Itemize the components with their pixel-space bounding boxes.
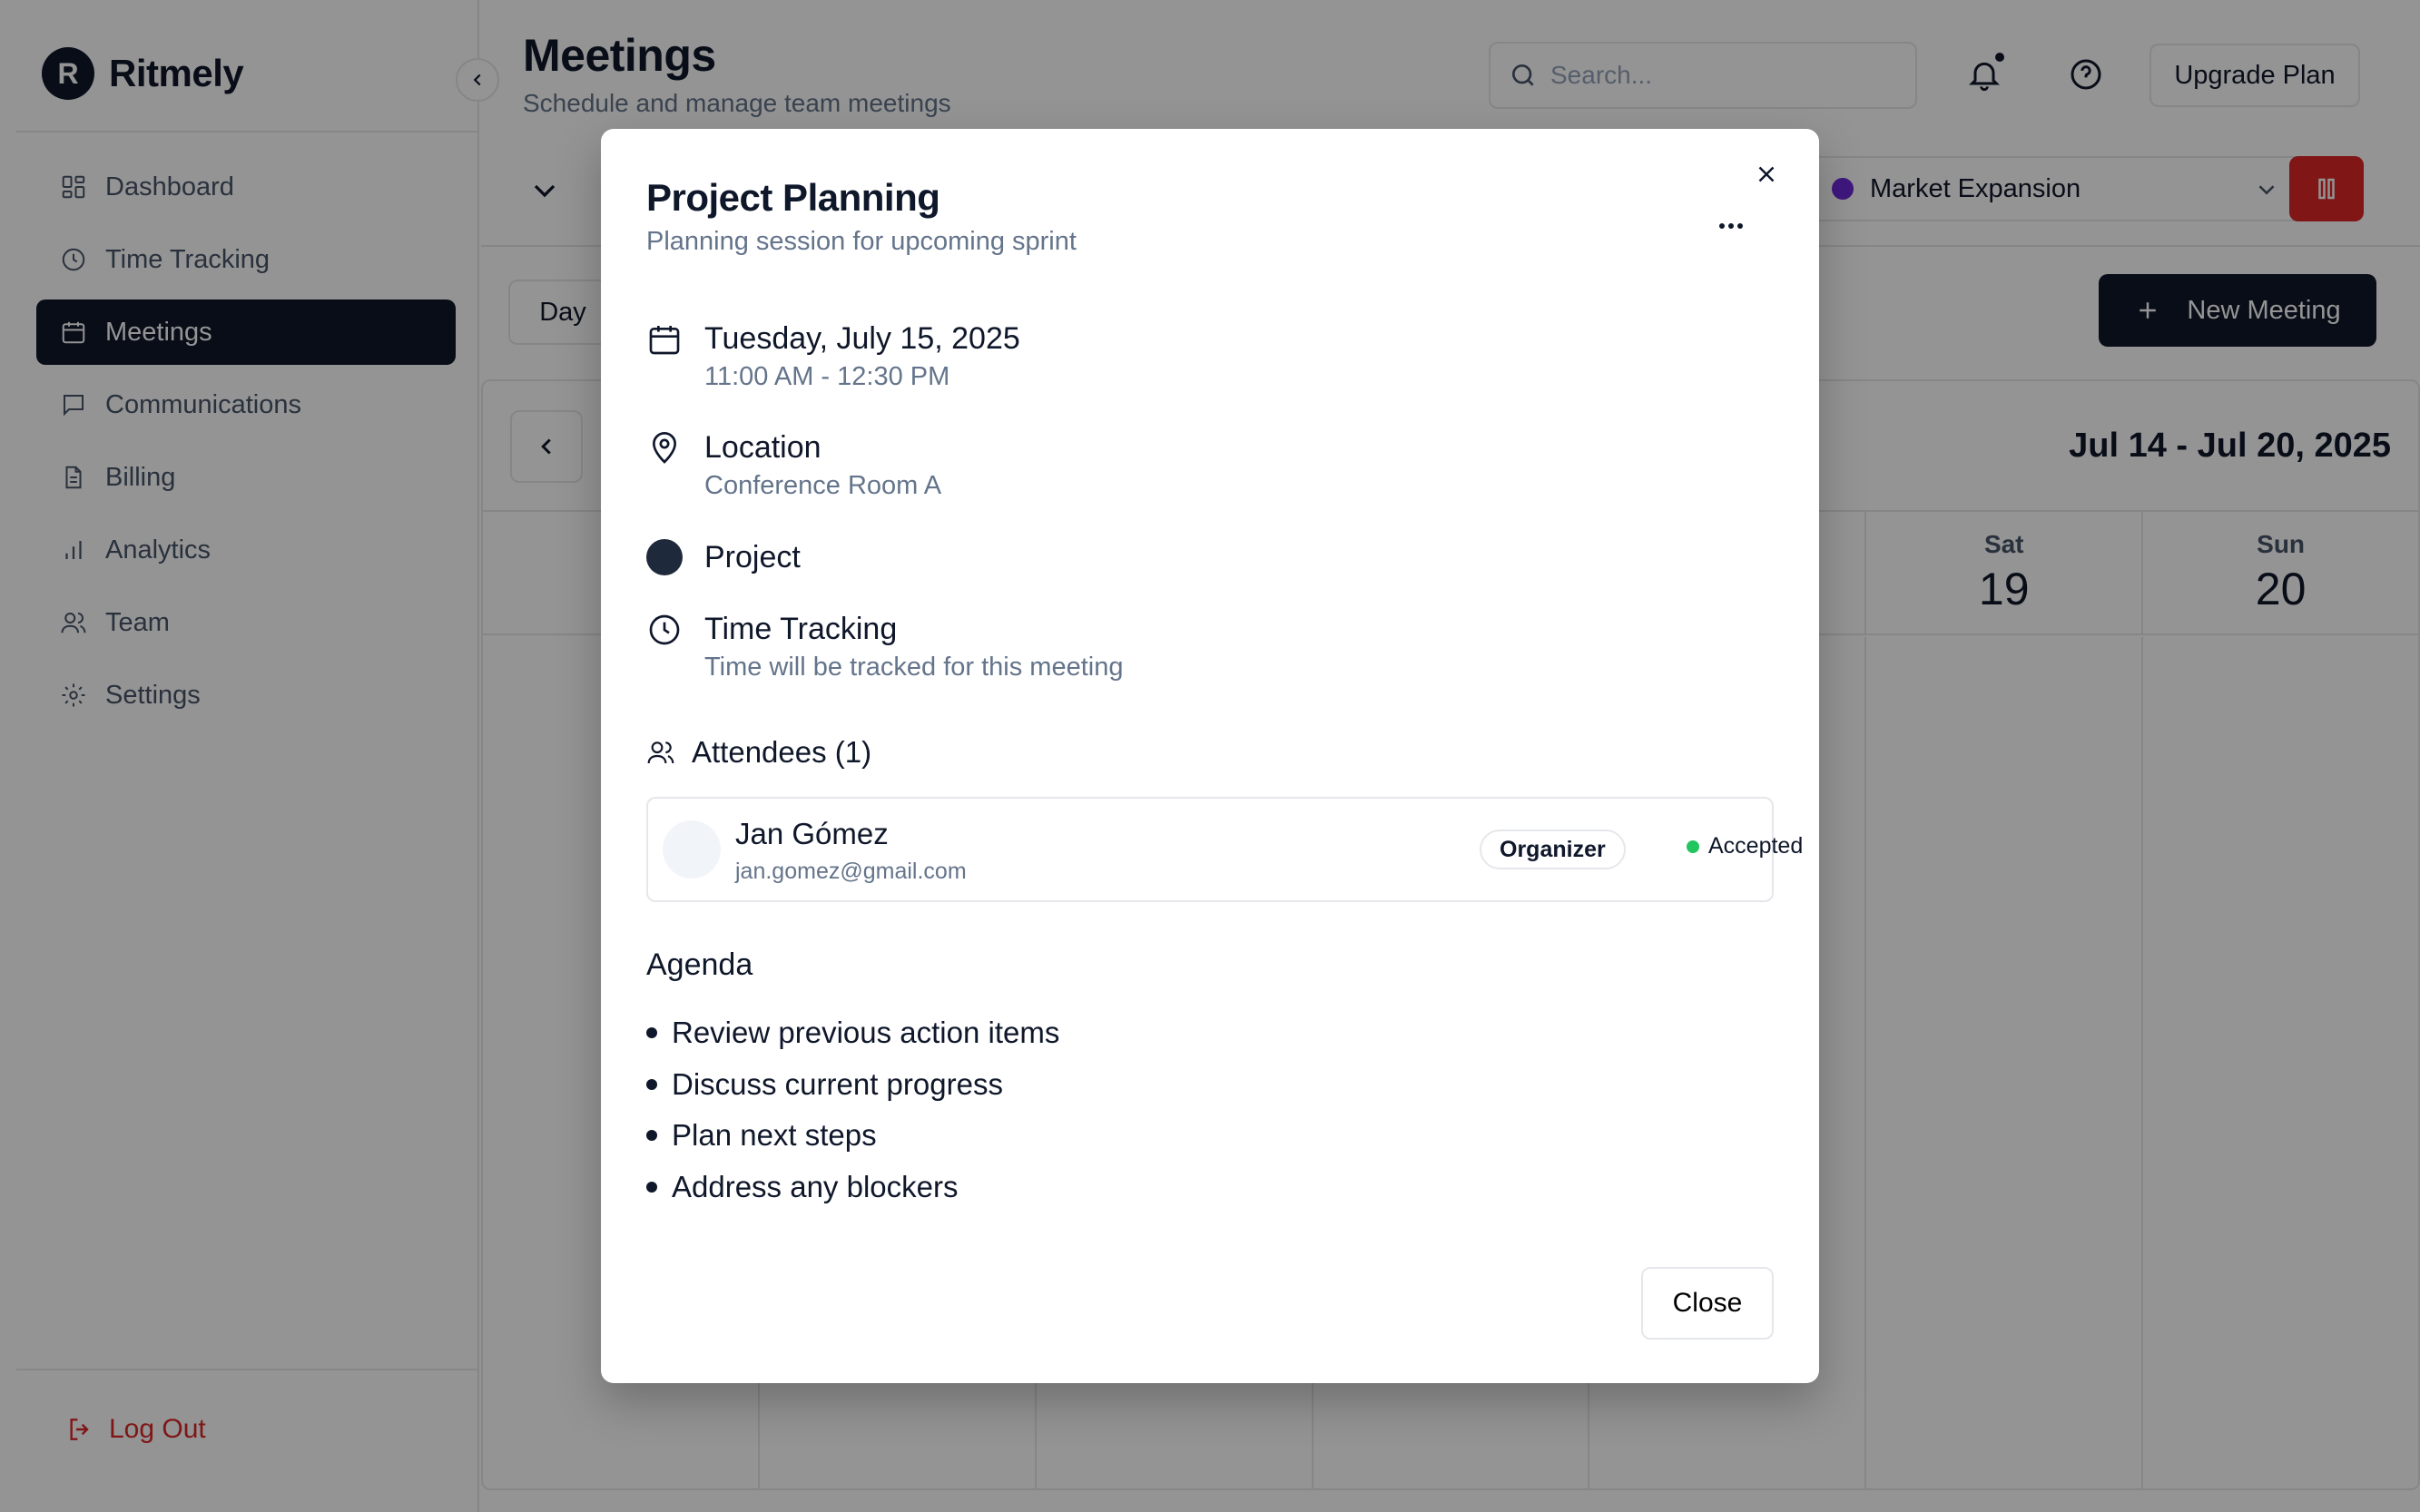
meeting-datetime: Tuesday, July 15, 2025 11:00 AM - 12:30 … [646,321,1020,392]
attendees-label: Attendees (1) [692,735,872,769]
location-label: Location [704,430,821,465]
meeting-location: Location Conference Room A [646,430,941,501]
agenda-item: Review previous action items [646,1007,1059,1059]
location-value: Conference Room A [704,471,942,500]
close-icon[interactable] [1748,156,1785,192]
status-label: Accepted [1708,833,1804,859]
meeting-date: Tuesday, July 15, 2025 [704,321,1020,356]
time-tracking-label: Time Tracking [704,612,898,646]
meeting-details-dialog: Project Planning Planning session for up… [601,129,1819,1383]
meeting-title: Project Planning [646,176,940,219]
users-icon [647,741,674,764]
agenda-title: Agenda [646,947,753,982]
meeting-time: 11:00 AM - 12:30 PM [704,362,950,391]
agenda-list: Review previous action items Discuss cur… [646,1007,1059,1213]
agenda-item: Address any blockers [646,1162,1059,1213]
close-button[interactable]: Close [1641,1267,1774,1340]
clock-icon [649,614,680,645]
time-tracking-note: Time will be tracked for this meeting [704,653,1124,682]
attendee-card: Jan Gómez jan.gomez@gmail.com Organizer … [646,797,1803,902]
meeting-time-tracking: Time Tracking Time will be tracked for t… [646,612,1123,682]
project-color-dot [646,539,683,575]
project-label: Project [704,539,801,574]
meeting-description: Planning session for upcoming sprint [646,227,1077,256]
calendar-icon [649,326,680,355]
agenda-item: Plan next steps [646,1110,1059,1162]
avatar [663,820,721,879]
agenda-item: Discuss current progress [646,1059,1059,1111]
attendees-header: Attendees (1) [646,735,871,770]
status-dot [1687,839,1699,853]
more-options-icon[interactable] [1708,203,1754,249]
map-pin-icon [652,432,677,464]
role-badge: Organizer [1480,830,1626,869]
meeting-project: Project [646,539,801,575]
attendee-name: Jan Gómez [735,817,889,850]
attendee-email: jan.gomez@gmail.com [735,859,967,884]
rsvp-status: Accepted [1687,833,1803,859]
